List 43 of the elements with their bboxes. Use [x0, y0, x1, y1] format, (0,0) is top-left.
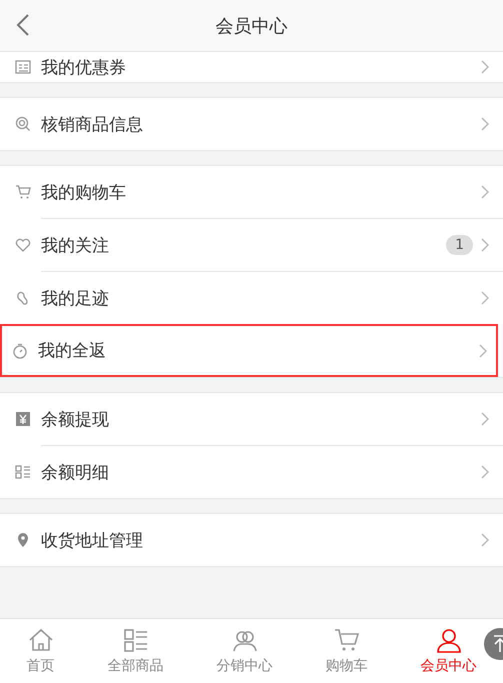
- menu-row[interactable]: 我的关注 1: [41, 218, 503, 271]
- cart-icon: [15, 184, 31, 200]
- tab-item[interactable]: 购物车: [326, 619, 368, 683]
- chevron-icon: [481, 533, 489, 547]
- menu-label: 我的购物车: [41, 182, 127, 204]
- menu-label: 我的优惠券: [41, 56, 127, 78]
- chevron-icon: [481, 60, 489, 74]
- tab-item[interactable]: 分销中心: [216, 619, 272, 683]
- menu-label: 核销商品信息: [41, 114, 144, 136]
- menu-row[interactable]: 我的全返: [0, 324, 498, 377]
- page-title: 会员中心: [216, 14, 288, 38]
- menu-row[interactable]: 余额提现: [41, 393, 503, 445]
- menu-row[interactable]: 余额明细: [41, 445, 503, 498]
- person-icon: [434, 627, 462, 655]
- list-card-icon: [15, 59, 31, 75]
- menu-label: 收货地址管理: [41, 530, 144, 552]
- chevron-icon: [481, 291, 489, 305]
- grid-list-icon: [122, 627, 150, 655]
- count-badge: 1: [446, 235, 473, 255]
- tab-item[interactable]: 会员中心: [420, 619, 476, 683]
- menu-row[interactable]: 我的购物车: [41, 166, 503, 218]
- pin-icon: [15, 532, 31, 548]
- money-icon: [15, 411, 31, 427]
- chevron-icon: [481, 185, 489, 199]
- chevron-icon: [479, 344, 487, 358]
- list-icon: [15, 464, 31, 480]
- arrow-up-icon: [493, 635, 503, 653]
- chevron-icon: [481, 465, 489, 479]
- magnifier-icon: [15, 116, 31, 132]
- back-icon[interactable]: [16, 13, 30, 37]
- clock-icon: [12, 342, 28, 358]
- menu-row[interactable]: 我的足迹: [41, 271, 503, 324]
- tab-item[interactable]: 首页: [26, 619, 54, 683]
- chevron-icon: [481, 238, 489, 252]
- chevron-icon: [481, 117, 489, 131]
- heart-icon: [15, 237, 31, 253]
- menu-label: 我的全返: [38, 340, 107, 362]
- menu-label: 余额提现: [41, 408, 110, 430]
- menu-label: 我的关注: [41, 234, 110, 256]
- chevron-icon: [481, 412, 489, 426]
- tab-item[interactable]: 全部商品: [108, 619, 164, 683]
- menu-label: 余额明细: [41, 462, 110, 484]
- menu-label: 我的足迹: [41, 288, 110, 310]
